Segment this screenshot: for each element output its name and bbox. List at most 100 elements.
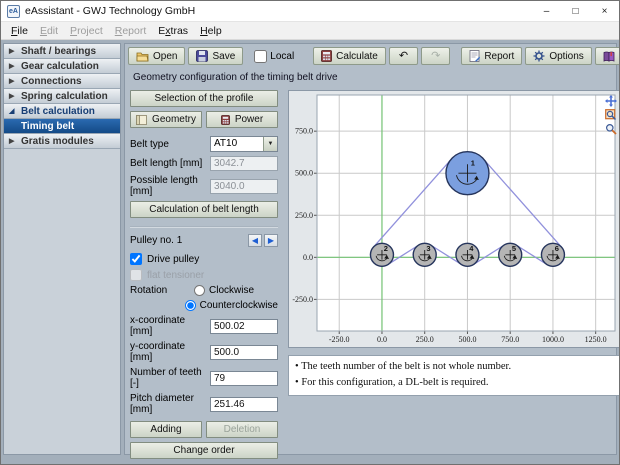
y-coordinate-field[interactable] <box>210 345 278 360</box>
sidebar-item-gear-calculation[interactable]: ▶ Gear calculation <box>4 59 120 74</box>
calculator-icon <box>321 50 332 62</box>
local-checkbox-row[interactable]: Local <box>246 50 302 63</box>
maximize-button[interactable]: □ <box>561 1 590 21</box>
svg-text:2: 2 <box>384 244 388 253</box>
svg-text:6: 6 <box>555 244 559 253</box>
save-button[interactable]: Save <box>188 47 243 65</box>
x-coordinate-field[interactable] <box>210 319 278 334</box>
redo-icon: ↷ <box>431 51 440 62</box>
pan-move-icon[interactable] <box>604 94 617 107</box>
app-icon: eA <box>7 5 20 18</box>
next-pulley-button[interactable]: ▶ <box>264 234 278 247</box>
window-title: eAssistant - GWJ Technology GmbH <box>25 5 532 17</box>
pulley-nav-label: Pulley no. 1 <box>130 235 182 246</box>
calculate-button[interactable]: Calculate <box>313 47 386 65</box>
expanded-triangle-icon: ◢ <box>9 107 17 115</box>
drive-pulley-checkbox[interactable] <box>130 253 142 265</box>
svg-text:500.0: 500.0 <box>458 335 476 344</box>
svg-text:-250.0: -250.0 <box>292 295 313 304</box>
help-button[interactable]: Help <box>595 47 619 65</box>
svg-text:250.0: 250.0 <box>416 335 434 344</box>
sidebar-item-label: Gear calculation <box>21 61 99 72</box>
undo-button[interactable]: ↶ <box>389 47 418 65</box>
y-coordinate-label: y-coordinate [mm] <box>130 341 210 363</box>
chevron-down-icon[interactable]: ▼ <box>263 137 277 151</box>
sidebar-item-gratis-modules[interactable]: ▶ Gratis modules <box>4 134 120 149</box>
power-calculator-icon <box>221 115 230 125</box>
previous-pulley-button[interactable]: ◀ <box>248 234 262 247</box>
flat-tensioner-checkbox <box>130 269 142 281</box>
sidebar-item-spring-calculation[interactable]: ▶ Spring calculation <box>4 89 120 104</box>
clockwise-radio[interactable] <box>194 285 205 296</box>
possible-length-label: Possible length [mm] <box>130 175 210 197</box>
svg-text:0.0: 0.0 <box>303 253 313 262</box>
menu-report[interactable]: Report <box>109 23 153 39</box>
svg-text:3: 3 <box>426 244 430 253</box>
help-book-icon <box>603 51 615 62</box>
sidebar-item-timing-belt[interactable]: Timing belt <box>4 119 120 134</box>
local-checkbox[interactable] <box>254 50 267 63</box>
drive-pulley-row: Drive pulley <box>130 253 278 265</box>
belt-type-label: Belt type <box>130 139 169 150</box>
change-order-button[interactable]: Change order <box>130 442 278 459</box>
number-of-teeth-field[interactable] <box>210 371 278 386</box>
sidebar: ▶ Shaft / bearings ▶ Gear calculation ▶ … <box>3 43 121 455</box>
menu-edit[interactable]: Edit <box>34 23 64 39</box>
menu-extras[interactable]: Extras <box>152 23 194 39</box>
zoom-selection-icon[interactable] <box>604 108 617 121</box>
menu-bar: File Edit Project Report Extras Help <box>1 22 619 40</box>
sidebar-item-label: Timing belt <box>21 121 74 132</box>
menu-help[interactable]: Help <box>194 23 228 39</box>
sidebar-item-label: Spring calculation <box>21 91 108 102</box>
sidebar-item-belt-calculation[interactable]: ◢ Belt calculation <box>4 104 120 119</box>
menu-file[interactable]: File <box>5 23 34 39</box>
clockwise-option[interactable]: Clockwise <box>194 285 254 296</box>
deletion-button: Deletion <box>206 421 278 438</box>
flat-tensioner-row: flat tensioner <box>130 269 278 281</box>
profile-selection-button[interactable]: Selection of the profile <box>130 90 278 107</box>
sidebar-item-connections[interactable]: ▶ Connections <box>4 74 120 89</box>
form-divider <box>130 226 278 228</box>
report-button[interactable]: Report <box>461 47 522 65</box>
zoom-out-icon[interactable] <box>604 122 617 135</box>
local-label: Local <box>270 51 294 62</box>
power-label: Power <box>235 114 263 125</box>
open-label: Open <box>153 51 177 62</box>
belt-diagram-panel[interactable]: -250.00.0250.0500.0750.01000.01250.0-250… <box>288 90 619 348</box>
sidebar-item-shaft-bearings[interactable]: ▶ Shaft / bearings <box>4 44 120 59</box>
options-label: Options <box>549 51 583 62</box>
svg-text:0.0: 0.0 <box>377 335 387 344</box>
options-button[interactable]: Options <box>525 47 591 65</box>
calculate-label: Calculate <box>336 51 378 62</box>
belt-type-dropdown[interactable]: AT10 ▼ <box>210 136 278 152</box>
pitch-diameter-field[interactable] <box>210 397 278 412</box>
geometry-button[interactable]: Geometry <box>130 111 202 128</box>
title-bar: eA eAssistant - GWJ Technology GmbH – □ … <box>1 1 619 22</box>
number-of-teeth-label: Number of teeth [-] <box>130 367 210 389</box>
open-button[interactable]: Open <box>128 47 185 65</box>
svg-text:1: 1 <box>471 159 475 168</box>
save-label: Save <box>212 51 235 62</box>
belt-type-value: AT10 <box>211 137 263 151</box>
sidebar-item-label: Belt calculation <box>21 106 95 117</box>
redo-button[interactable]: ↷ <box>421 47 450 65</box>
counterclockwise-radio[interactable] <box>185 300 196 311</box>
belt-form: Selection of the profile Geometry Power <box>130 90 278 463</box>
undo-icon: ↶ <box>399 51 408 62</box>
counterclockwise-option[interactable]: Counterclockwise <box>185 300 278 311</box>
svg-text:5: 5 <box>512 244 516 253</box>
belt-diagram[interactable]: -250.00.0250.0500.0750.01000.01250.0-250… <box>289 91 619 350</box>
floppy-disk-icon <box>196 50 208 62</box>
sidebar-empty-area <box>4 149 120 454</box>
power-button[interactable]: Power <box>206 111 278 128</box>
rotation-label: Rotation <box>130 285 194 296</box>
minimize-button[interactable]: – <box>532 1 561 21</box>
app-window: eA eAssistant - GWJ Technology GmbH – □ … <box>0 0 620 465</box>
svg-text:750.0: 750.0 <box>295 127 313 136</box>
adding-button[interactable]: Adding <box>130 421 202 438</box>
calc-belt-length-button[interactable]: Calculation of belt length <box>130 201 278 218</box>
svg-text:500.0: 500.0 <box>295 169 313 178</box>
belt-length-field <box>210 156 278 171</box>
menu-project[interactable]: Project <box>64 23 109 39</box>
close-button[interactable]: × <box>590 1 619 21</box>
